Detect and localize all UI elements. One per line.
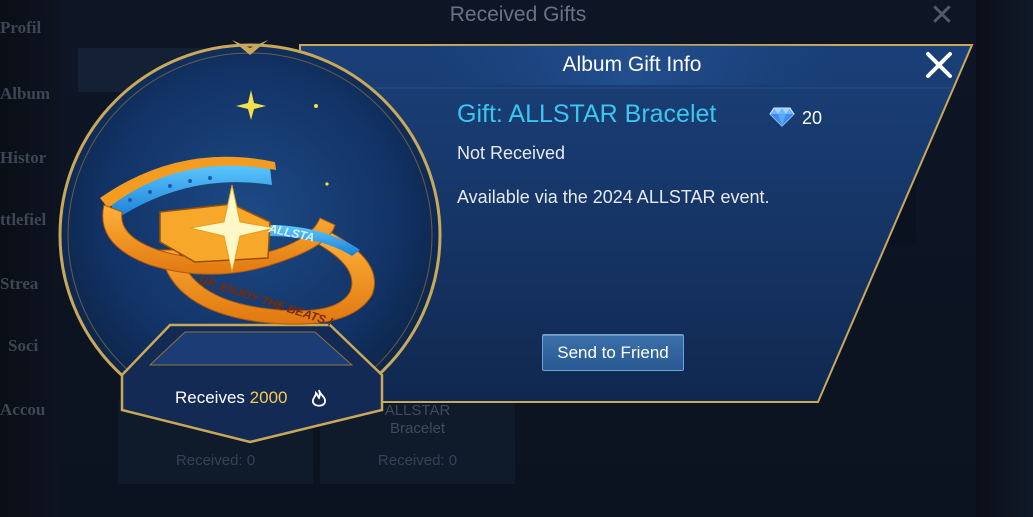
nav-item-account[interactable]: Accou xyxy=(0,400,60,420)
send-to-friend-button[interactable]: Send to Friend xyxy=(542,334,684,371)
nav-item-stream[interactable]: Strea xyxy=(0,274,60,294)
background-close-icon[interactable]: ✕ xyxy=(928,1,956,31)
background-title: Received Gifts xyxy=(449,3,587,26)
gift-card-name: Gift xyxy=(203,414,228,431)
nav-item-history[interactable]: Histor xyxy=(0,148,60,168)
background-gift-card[interactable]: Gift Received: 0 xyxy=(118,400,313,484)
nav-item-social[interactable]: Soci xyxy=(8,336,68,356)
background-right-strip xyxy=(976,0,1033,517)
background-side-block xyxy=(870,150,916,244)
gift-card-received: Received: 0 xyxy=(377,452,458,469)
background-gift-card[interactable]: ALLSTAR Bracelet Received: 0 xyxy=(320,400,515,484)
nav-item-battlefield[interactable]: ttlefiel xyxy=(0,210,60,230)
nav-item-album[interactable]: Album xyxy=(0,84,60,104)
gift-card-received: Received: 0 xyxy=(175,452,256,469)
background-tab[interactable] xyxy=(78,48,203,92)
nav-item-profile[interactable]: Profil xyxy=(0,18,60,38)
close-icon[interactable] xyxy=(922,48,956,82)
gift-card-name: ALLSTAR Bracelet xyxy=(384,402,451,437)
background-nav: Profil Album Histor ttlefiel Strea Soci … xyxy=(0,0,60,517)
